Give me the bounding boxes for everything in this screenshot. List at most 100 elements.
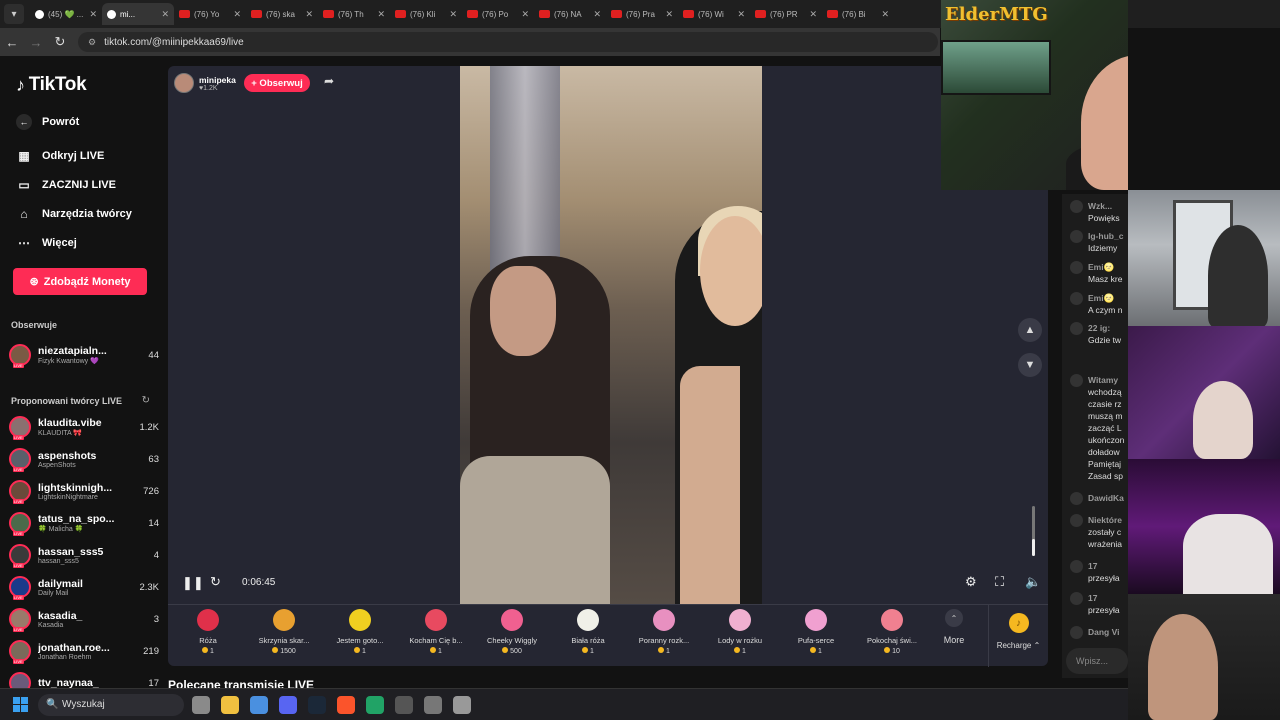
gift-item[interactable]: Lody w rożku 1 bbox=[705, 609, 775, 655]
close-tab-icon[interactable]: ✕ bbox=[593, 9, 601, 20]
chat-username[interactable]: Emi🌝 bbox=[1088, 292, 1122, 304]
close-tab-icon[interactable]: ✕ bbox=[89, 9, 97, 20]
creator-row[interactable]: LIVE tatus_na_spo... 🍀 Malicha 🍀 14 bbox=[9, 509, 159, 537]
creator-row[interactable]: LIVE jonathan.roe... Jonathan Roehm 219 bbox=[9, 637, 159, 665]
chat-avatar[interactable] bbox=[1070, 374, 1083, 387]
live-player[interactable]: minipeka ♥1.2K + Obserwuj ➦ ▲ ▼ ❚❚ ↻ 0:0… bbox=[168, 66, 1048, 604]
avatar[interactable]: LIVE bbox=[9, 480, 31, 504]
chat-avatar[interactable] bbox=[1070, 560, 1083, 573]
close-tab-icon[interactable]: ✕ bbox=[449, 9, 457, 20]
reload-icon[interactable]: ↻ bbox=[48, 34, 72, 50]
browser-tab[interactable]: (76) Bi ✕ bbox=[822, 3, 894, 25]
gift-item[interactable]: Róża 1 bbox=[173, 609, 243, 655]
browser-tab[interactable]: (76) Pra ✕ bbox=[606, 3, 678, 25]
chat-input[interactable]: Wpisz... bbox=[1066, 648, 1128, 674]
gift-item[interactable]: Skrzynia skar... 1500 bbox=[249, 609, 319, 655]
volume-slider[interactable] bbox=[1032, 506, 1035, 556]
streamer-name[interactable]: minipeka bbox=[199, 75, 236, 85]
sidebar-item-1[interactable]: ▭ ZACZNIJ LIVE bbox=[16, 178, 116, 192]
gift-item[interactable]: Kocham Cię b... 1 bbox=[401, 609, 471, 655]
avatar[interactable]: LIVE bbox=[9, 512, 31, 536]
gift-item[interactable]: Biała róża 1 bbox=[553, 609, 623, 655]
creator-row[interactable]: LIVE aspenshots AspenShots 63 bbox=[9, 445, 159, 473]
browser-tab[interactable]: (76) ska ✕ bbox=[246, 3, 318, 25]
share-icon[interactable]: ➦ bbox=[318, 74, 340, 92]
creator-row[interactable]: LIVE klaudita.vibe KLAUDITA 🎀 1.2K bbox=[9, 413, 159, 441]
sidebar-item-3[interactable]: ⋯ Więcej bbox=[16, 236, 77, 250]
close-tab-icon[interactable]: ✕ bbox=[737, 9, 745, 20]
avatar[interactable]: LIVE bbox=[9, 448, 31, 472]
settings-icon[interactable]: ⚙ bbox=[965, 574, 977, 590]
discord-icon[interactable] bbox=[279, 696, 297, 714]
get-coins-button[interactable]: ⊛ Zdobądź Monety bbox=[13, 268, 147, 295]
close-tab-icon[interactable]: ✕ bbox=[161, 9, 169, 20]
folder-icon[interactable] bbox=[221, 696, 239, 714]
chat-username[interactable]: Witamy bbox=[1088, 374, 1122, 386]
chat-avatar[interactable] bbox=[1070, 200, 1083, 213]
chat-avatar[interactable] bbox=[1070, 230, 1083, 243]
chat-username[interactable]: lg-hub_c bbox=[1088, 230, 1123, 242]
gift-item[interactable]: Cheeky Wiggly 500 bbox=[477, 609, 547, 655]
site-info-icon[interactable]: ⚙ bbox=[88, 37, 96, 48]
chat-username[interactable]: DawidKa bbox=[1088, 492, 1124, 504]
more-gifts-button[interactable]: ⌃ More bbox=[938, 609, 970, 645]
avatar[interactable]: LIVE bbox=[9, 608, 31, 632]
settings-icon[interactable] bbox=[424, 696, 442, 714]
gift-item[interactable]: Jestem goto... 1 bbox=[325, 609, 395, 655]
chat-username[interactable]: 17 bbox=[1088, 560, 1120, 572]
avatar[interactable]: LIVE bbox=[9, 344, 31, 368]
back-button[interactable]: ← Powrót bbox=[16, 114, 79, 130]
avatar[interactable]: LIVE bbox=[9, 640, 31, 664]
avatar[interactable]: LIVE bbox=[9, 544, 31, 568]
close-tab-icon[interactable]: ✕ bbox=[521, 9, 529, 20]
brave-icon[interactable] bbox=[337, 696, 355, 714]
sidebar-item-0[interactable]: ▦ Odkryj LIVE bbox=[16, 149, 104, 163]
chat-avatar[interactable] bbox=[1070, 322, 1083, 335]
avatar[interactable]: LIVE bbox=[9, 416, 31, 440]
close-tab-icon[interactable]: ✕ bbox=[305, 9, 313, 20]
url-field[interactable]: ⚙ tiktok.com/@miinipekkaa69/live bbox=[78, 32, 938, 52]
tab-search-button[interactable]: ▾ bbox=[4, 4, 24, 24]
browser-tab[interactable]: (76) NA ✕ bbox=[534, 3, 606, 25]
browser-tab[interactable]: (76) Wi ✕ bbox=[678, 3, 750, 25]
gift-item[interactable]: Poranny rozk... 1 bbox=[629, 609, 699, 655]
gear-icon[interactable] bbox=[453, 696, 471, 714]
chat-username[interactable]: Emi🌝 bbox=[1088, 261, 1122, 273]
chat-avatar[interactable] bbox=[1070, 514, 1083, 527]
chat-username[interactable]: Dang Vi bbox=[1088, 626, 1120, 638]
creator-row[interactable]: LIVE hassan_sss5 hassan_sss5 4 bbox=[9, 541, 159, 569]
chat-avatar[interactable] bbox=[1070, 626, 1083, 639]
creator-row[interactable]: LIVE niezatapialn... Fizyk Kwantowy 💜 44 bbox=[9, 341, 159, 369]
obs-icon[interactable] bbox=[395, 696, 413, 714]
gift-item[interactable]: Pufa-serce 1 bbox=[781, 609, 851, 655]
chat-avatar[interactable] bbox=[1070, 492, 1083, 505]
steam-icon[interactable] bbox=[308, 696, 326, 714]
back-icon[interactable]: ← bbox=[0, 35, 24, 50]
streamer-avatar[interactable] bbox=[174, 73, 194, 93]
fullscreen-icon[interactable]: ⛶ bbox=[995, 574, 1004, 590]
live-video[interactable] bbox=[460, 66, 762, 604]
chat-username[interactable]: Wzk... bbox=[1088, 200, 1120, 212]
streamer-info[interactable]: minipeka ♥1.2K bbox=[174, 72, 236, 94]
next-live-button[interactable]: ▼ bbox=[1018, 353, 1042, 377]
files-icon[interactable] bbox=[192, 696, 210, 714]
browser-tab[interactable]: (76) Th ✕ bbox=[318, 3, 390, 25]
creator-row[interactable]: LIVE ttv_naynaa_ 17 bbox=[9, 669, 159, 688]
forward-icon[interactable]: → bbox=[24, 35, 48, 50]
tiktok-logo[interactable]: ♪ TikTok bbox=[16, 74, 87, 96]
close-tab-icon[interactable]: ✕ bbox=[233, 9, 241, 20]
previous-live-button[interactable]: ▲ bbox=[1018, 318, 1042, 342]
browser-tab[interactable]: (76) PR ✕ bbox=[750, 3, 822, 25]
chat-username[interactable]: Niektóre bbox=[1088, 514, 1122, 526]
browser-tab[interactable]: (76) Po ✕ bbox=[462, 3, 534, 25]
follow-button[interactable]: + Obserwuj bbox=[244, 74, 310, 92]
gift-item[interactable]: Pokochaj świ... 10 bbox=[857, 609, 927, 655]
chat-avatar[interactable] bbox=[1070, 292, 1083, 305]
close-tab-icon[interactable]: ✕ bbox=[881, 9, 889, 20]
creator-row[interactable]: LIVE kasadia_ Kasadia 3 bbox=[9, 605, 159, 633]
reload-stream-icon[interactable]: ↻ bbox=[210, 574, 221, 590]
recharge-button[interactable]: ♪ Recharge ⌃ bbox=[988, 605, 1048, 667]
browser-tab[interactable]: (76) Yo ✕ bbox=[174, 3, 246, 25]
browser-tab[interactable]: (76) Kli ✕ bbox=[390, 3, 462, 25]
close-tab-icon[interactable]: ✕ bbox=[809, 9, 817, 20]
